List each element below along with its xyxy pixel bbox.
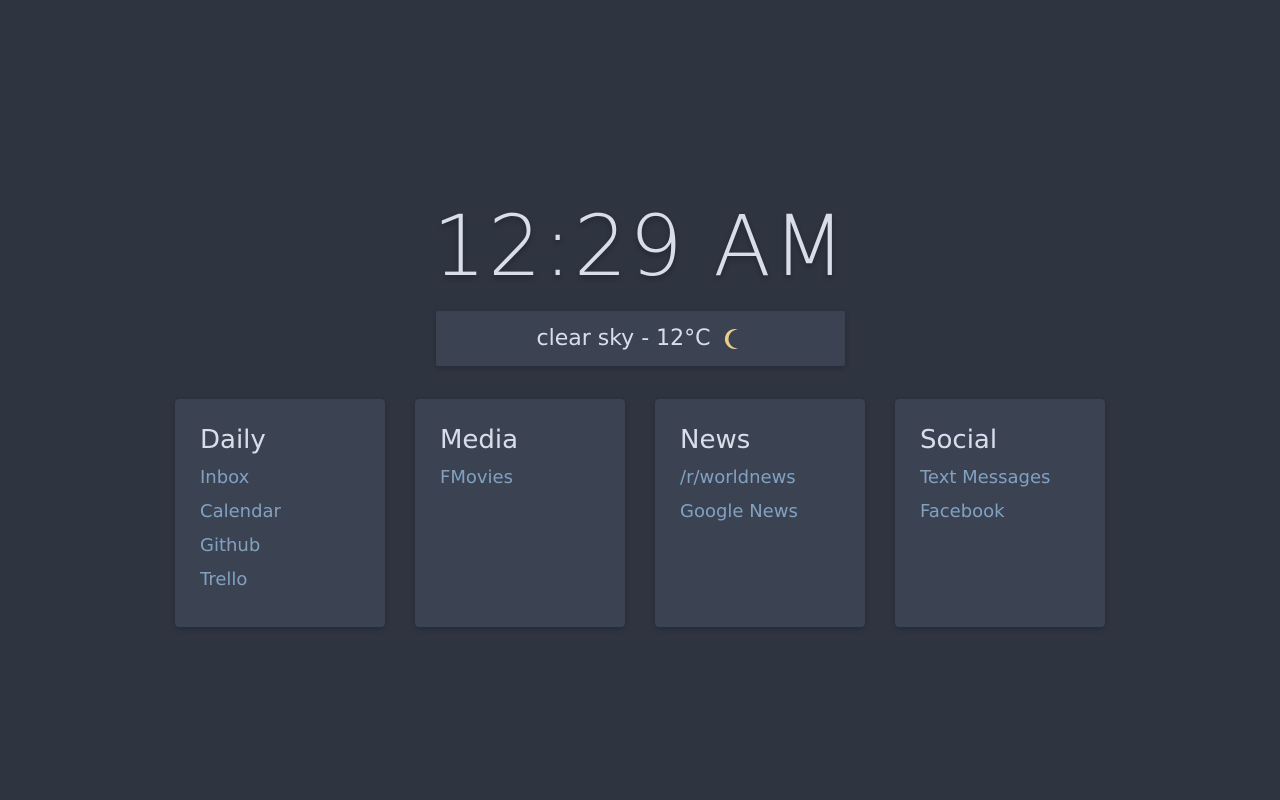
card-social: Social Text Messages Facebook xyxy=(895,399,1105,627)
link-fmovies[interactable]: FMovies xyxy=(440,461,600,495)
card-media: Media FMovies xyxy=(415,399,625,627)
link-github[interactable]: Github xyxy=(200,529,360,563)
card-title-social: Social xyxy=(920,425,998,455)
card-title-news: News xyxy=(680,425,751,455)
link-inbox[interactable]: Inbox xyxy=(200,461,360,495)
moon-icon xyxy=(724,328,744,350)
card-title-media: Media xyxy=(440,425,519,455)
link-trello[interactable]: Trello xyxy=(200,563,360,597)
link-facebook[interactable]: Facebook xyxy=(920,495,1080,529)
weather-text: clear sky - 12°C xyxy=(536,326,711,351)
bookmark-cards: Daily Inbox Calendar Github Trello Media… xyxy=(175,399,1105,627)
link-calendar[interactable]: Calendar xyxy=(200,495,360,529)
card-title-daily: Daily xyxy=(200,425,266,455)
link-text-messages[interactable]: Text Messages xyxy=(920,461,1080,495)
start-page: 12:29 AM clear sky - 12°C Daily Inbox Ca… xyxy=(0,0,1280,800)
clock: 12:29 AM xyxy=(432,197,848,295)
link-worldnews[interactable]: /r/worldnews xyxy=(680,461,840,495)
weather-widget: clear sky - 12°C xyxy=(436,311,845,366)
card-daily: Daily Inbox Calendar Github Trello xyxy=(175,399,385,627)
link-google-news[interactable]: Google News xyxy=(680,495,840,529)
card-news: News /r/worldnews Google News xyxy=(655,399,865,627)
